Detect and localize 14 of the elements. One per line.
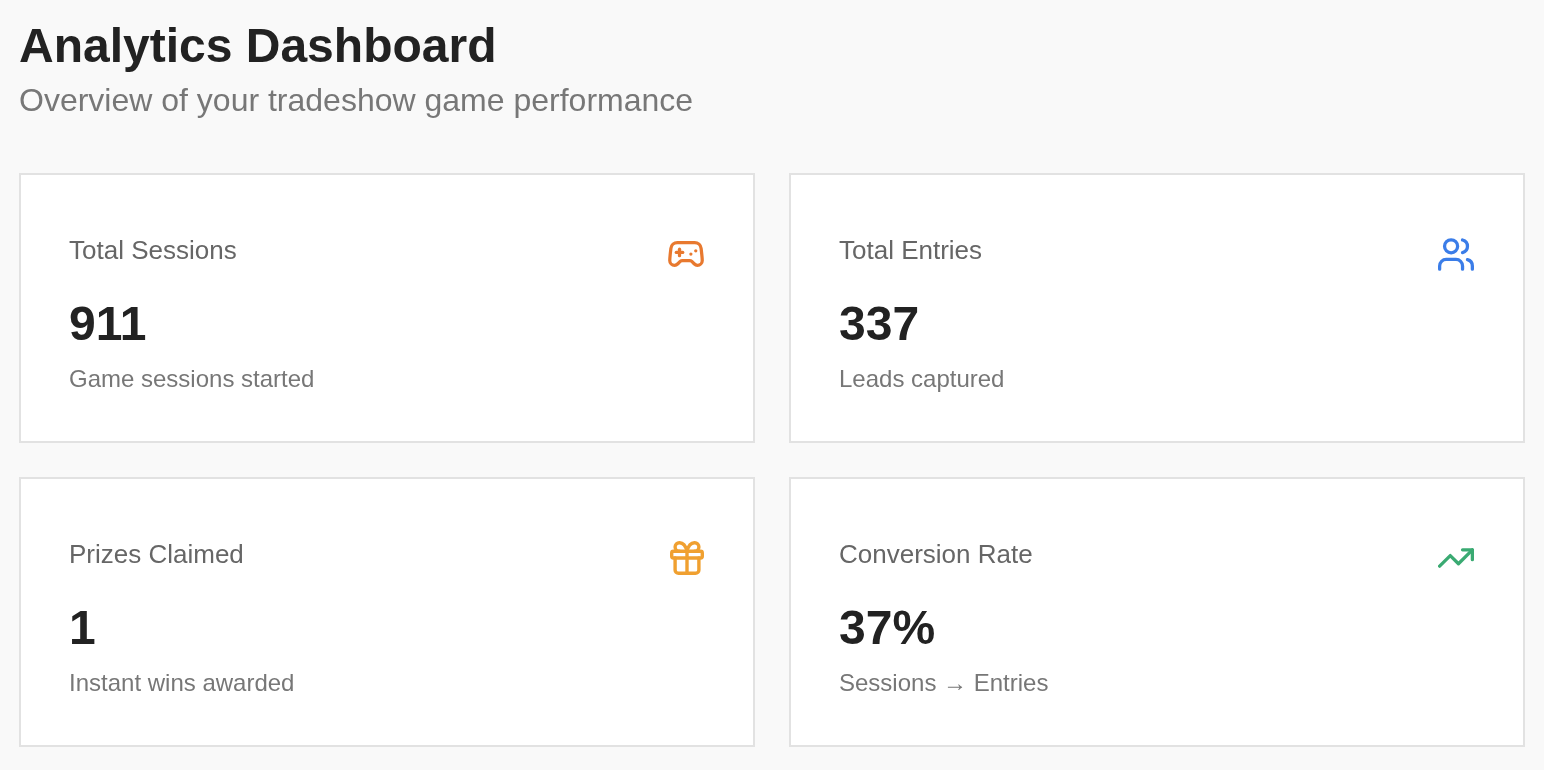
card-caption: Instant wins awarded [69, 669, 296, 697]
stat-value: 911 [69, 296, 148, 351]
card-label: Conversion Rate [839, 539, 1033, 569]
card-caption: Leads captured [839, 365, 1006, 393]
card-label: Total Sessions [69, 235, 237, 265]
card-label: Total Entries [839, 235, 983, 265]
page-title: Analytics Dashboard [19, 18, 498, 73]
stat-value: 37% [839, 600, 937, 655]
page-subtitle: Overview of your tradeshow game performance [19, 82, 695, 119]
stat-value: 337 [839, 296, 921, 351]
card-label: Prizes Claimed [69, 539, 244, 569]
card-caption: Sessions → Entries [839, 669, 1050, 697]
card-caption: Game sessions started [69, 365, 316, 393]
stat-value: 1 [69, 600, 97, 655]
